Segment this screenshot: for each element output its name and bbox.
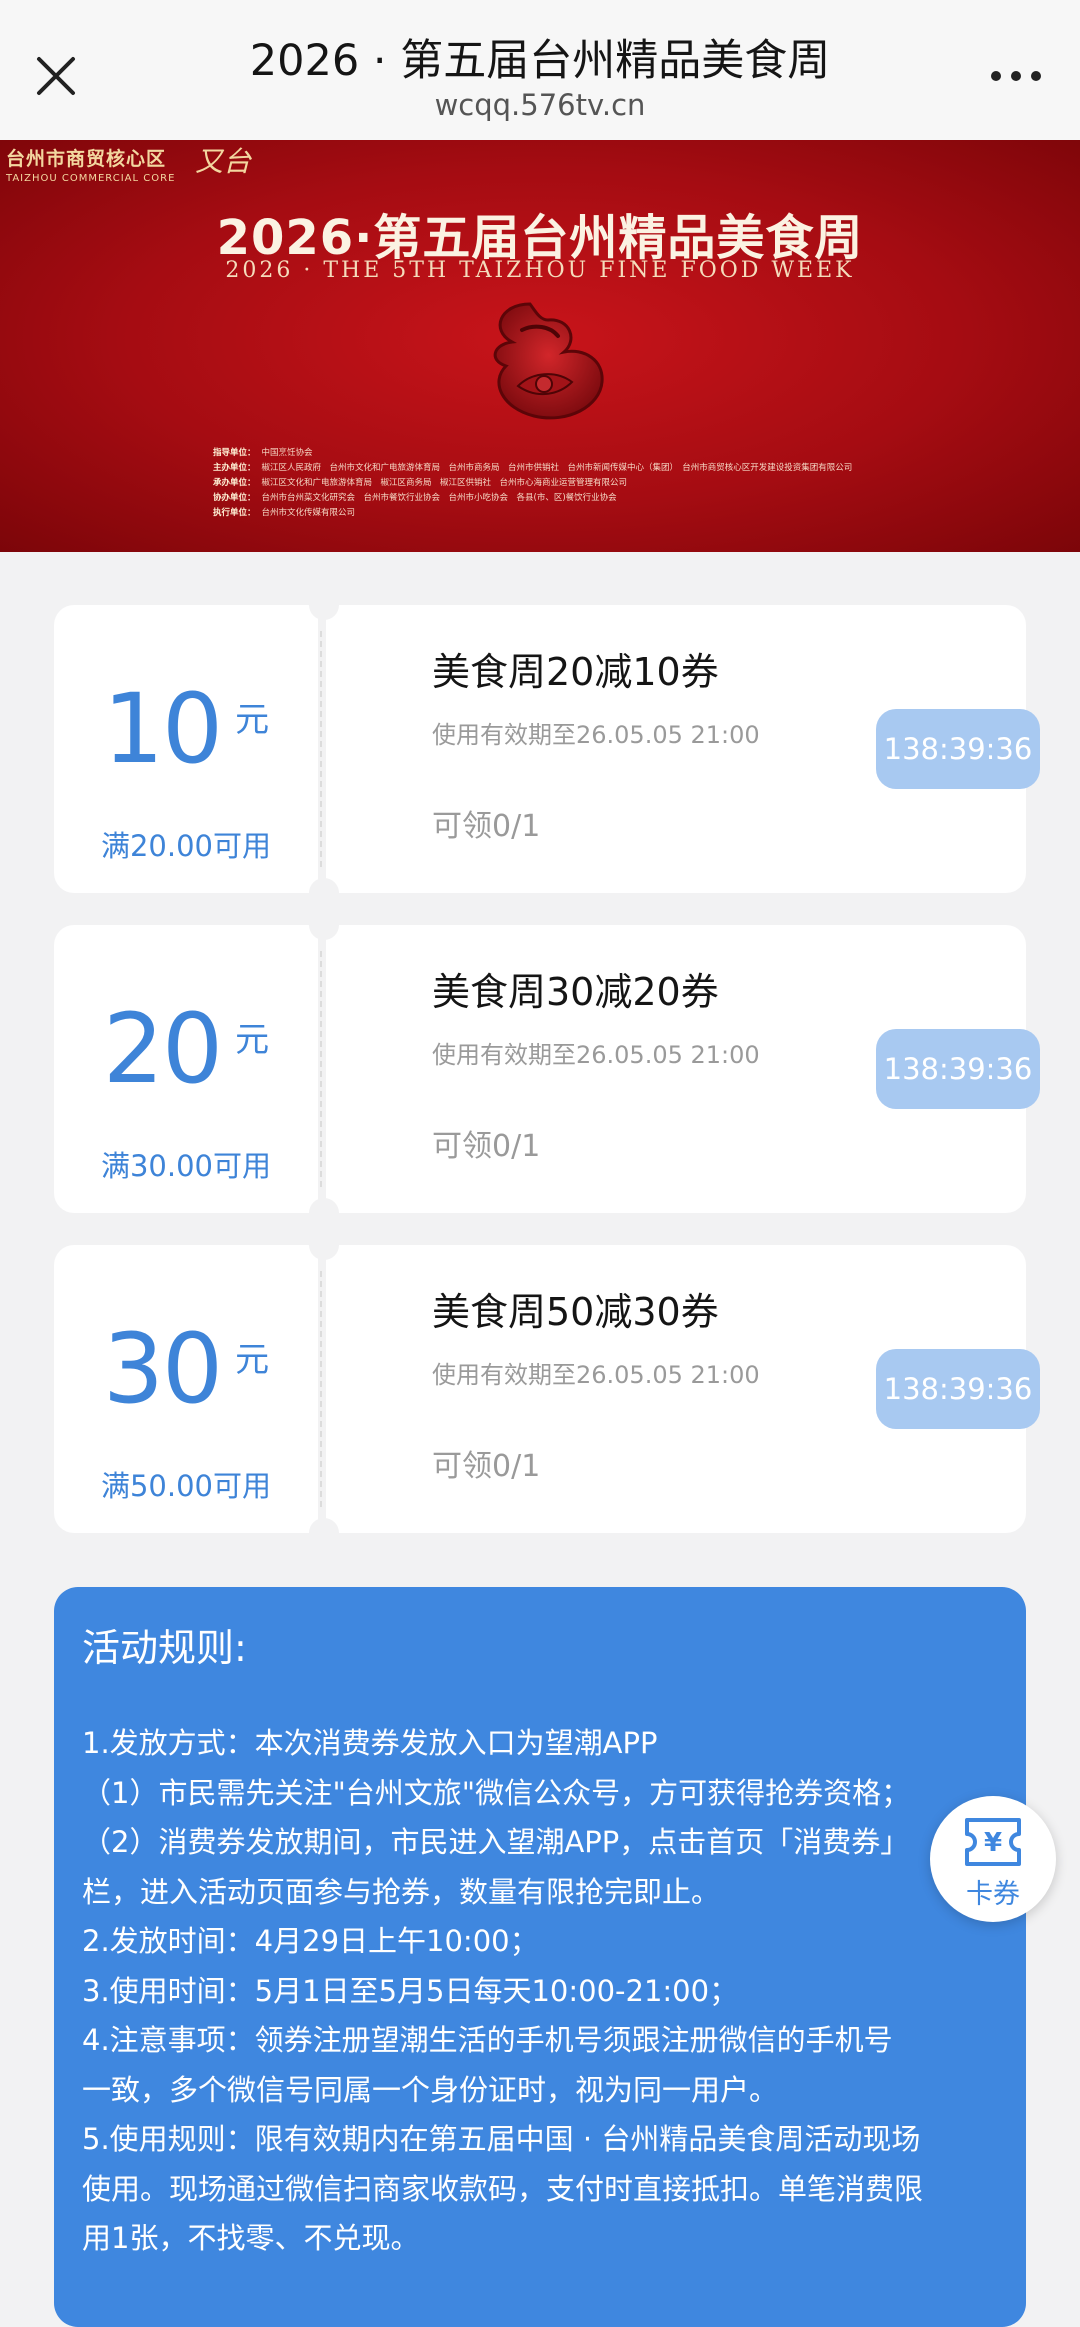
coupon-condition: 满50.00可用 [100, 1469, 272, 1503]
organizer-credits: 指导单位： 中国烹饪协会 主办单位： 椒江区人民政府 台州市文化和广电旅游体育局 台… [213, 446, 933, 521]
coupon-card[interactable]: 10 元 满20.00可用 美食周20减10券 使用有效期至26.05.05 21… [54, 590, 1040, 908]
coupon-card[interactable]: 20 元 满30.00可用 美食周30减20券 使用有效期至26.05.05 21… [54, 910, 1040, 1228]
coupon-validity: 使用有效期至26.05.05 21:00 [432, 1361, 760, 1389]
rules-body: 1.发放方式：本次消费券发放入口为望潮APP （1）市民需先关注"台州文旅"微信… [82, 1719, 1014, 2264]
top-nav-bar: 2026 · 第五届台州精品美食周 wcqq.576tv.cn [0, 0, 1080, 140]
coupon-notch [309, 1198, 339, 1228]
coupon-name: 美食周30减20券 [432, 970, 719, 1014]
coupon-validity: 使用有效期至26.05.05 21:00 [432, 1041, 760, 1069]
coupon-notch [309, 878, 339, 908]
coupon-card[interactable]: 30 元 满50.00可用 美食周50减30券 使用有效期至26.05.05 21… [54, 1230, 1040, 1548]
coupon-unit: 元 [235, 1340, 270, 1380]
coupon-amount-panel: 20 元 满30.00可用 [54, 925, 318, 1213]
rule-line: 一致，多个微信号同属一个身份证时，视为同一用户。 [82, 2072, 779, 2107]
logo-chinese-text: 台州市商贸核心区 [6, 148, 167, 170]
coupon-condition: 满30.00可用 [100, 1149, 272, 1183]
coupon-unit: 元 [235, 700, 270, 740]
rule-line: 4.注意事项：领券注册望潮生活的手机号须跟注册微信的手机号 [82, 2023, 893, 2057]
rule-line: 使用。现场通过微信扫商家收款码，支付时直接抵扣。单笔消费限 [82, 2171, 924, 2206]
activity-rules-panel: 活动规则: 1.发放方式：本次消费券发放入口为望潮APP （1）市民需先关注"台… [54, 1587, 1026, 2327]
coupon-notch [309, 910, 339, 940]
coupon-amount: 10 元 [54, 655, 318, 785]
coupon-condition: 满20.00可用 [100, 829, 272, 863]
coupon-countdown-button[interactable]: 138:39:36 [876, 1029, 1040, 1109]
page-url: wcqq.576tv.cn [434, 88, 646, 122]
page-title: 2026 · 第五届台州精品美食周 [249, 36, 831, 86]
svg-text:¥: ¥ [984, 1828, 1002, 1858]
coupon-notch [309, 1230, 339, 1260]
calligraphy-emblem-icon [493, 302, 604, 420]
coupon-divider [320, 1271, 322, 1507]
coupon-validity: 使用有效期至26.05.05 21:00 [432, 721, 760, 749]
coupon-value: 20 [102, 993, 223, 1105]
credit-line: 指导单位： 中国烹饪协会 [213, 448, 313, 458]
coupon-notch [309, 1518, 339, 1548]
credit-line: 主办单位： 椒江区人民政府 台州市文化和广电旅游体育局 台州市商务局 台州市供销社… [213, 463, 853, 473]
rule-line: 栏，进入活动页面参与抢券，数量有限抢完即止。 [82, 1874, 721, 1909]
coupon-amount-panel: 10 元 满20.00可用 [54, 605, 318, 893]
rule-line: 2.发放时间：4月29日上午10:00； [82, 1924, 539, 1958]
rule-line: 5.使用规则：限有效期内在第五届中国 · 台州精品美食周活动现场 [82, 2122, 921, 2156]
coupon-value: 10 [102, 673, 223, 785]
coupon-value: 30 [102, 1313, 223, 1425]
coupon-claim-count: 可领0/1 [432, 1129, 541, 1164]
coupon-info-panel: 美食周30减20券 使用有效期至26.05.05 21:00 可领0/1 138… [326, 925, 1040, 1213]
coupon-countdown-button[interactable]: 138:39:36 [876, 709, 1040, 789]
logo-english-text: TAIZHOU COMMERCIAL CORE [6, 173, 176, 184]
coupon-name: 美食周50减30券 [432, 1290, 719, 1334]
rule-line: 用1张，不找零、不兑现。 [82, 2221, 420, 2255]
close-icon[interactable] [22, 42, 90, 110]
coupon-amount: 20 元 [54, 975, 318, 1105]
card-voucher-button[interactable]: ¥ 卡券 [930, 1796, 1056, 1922]
more-options-icon[interactable] [986, 56, 1046, 96]
ticket-icon: ¥ [965, 1818, 1021, 1866]
coupon-countdown-button[interactable]: 138:39:36 [876, 1349, 1040, 1429]
coupon-amount-panel: 30 元 满50.00可用 [54, 1245, 318, 1533]
coupon-notch [309, 590, 339, 620]
credit-line: 执行单位： 台州市文化传媒有限公司 [213, 508, 356, 518]
script-logo: 又台 [195, 145, 252, 178]
coupon-name: 美食周20减10券 [432, 650, 719, 694]
coupon-claim-count: 可领0/1 [432, 1449, 541, 1484]
rule-line: 3.使用时间：5月1日至5月5日每天10:00-21:00； [82, 1973, 739, 2008]
rules-title: 活动规则: [82, 1626, 247, 1670]
coupon-info-panel: 美食周20减10券 使用有效期至26.05.05 21:00 可领0/1 138… [326, 605, 1040, 893]
coupon-claim-count: 可领0/1 [432, 809, 541, 844]
coupon-unit: 元 [235, 1020, 270, 1060]
rule-line: （1）市民需先关注"台州文旅"微信公众号，方可获得抢券资格； [82, 1775, 911, 1810]
organizer-logo: 台州市商贸核心区 TAIZHOU COMMERCIAL CORE [6, 144, 175, 184]
credit-line: 协办单位： 台州市台州菜文化研究会 台州市餐饮行业协会 台州市小吃协会 各县(市、… [213, 493, 617, 503]
credit-line: 承办单位： 椒江区文化和广电旅游体育局 椒江区商务局 椒江区供销社 台州市心海商业… [213, 478, 628, 488]
coupon-amount: 30 元 [54, 1295, 318, 1425]
rule-line: （2）消费券发放期间，市民进入望潮APP，点击首页「消费券」 [82, 1825, 910, 1859]
coupon-divider [320, 631, 322, 867]
rule-line: 1.发放方式：本次消费券发放入口为望潮APP [82, 1726, 658, 1760]
event-banner: 台州市商贸核心区 TAIZHOU COMMERCIAL CORE 又台 2026… [0, 140, 1080, 552]
coupon-info-panel: 美食周50减30券 使用有效期至26.05.05 21:00 可领0/1 138… [326, 1245, 1040, 1533]
coupon-divider [320, 951, 322, 1187]
banner-subtitle: 2026 · THE 5TH TAIZHOU FINE FOOD WEEK [225, 258, 855, 283]
card-voucher-label: 卡券 [966, 1879, 1020, 1910]
